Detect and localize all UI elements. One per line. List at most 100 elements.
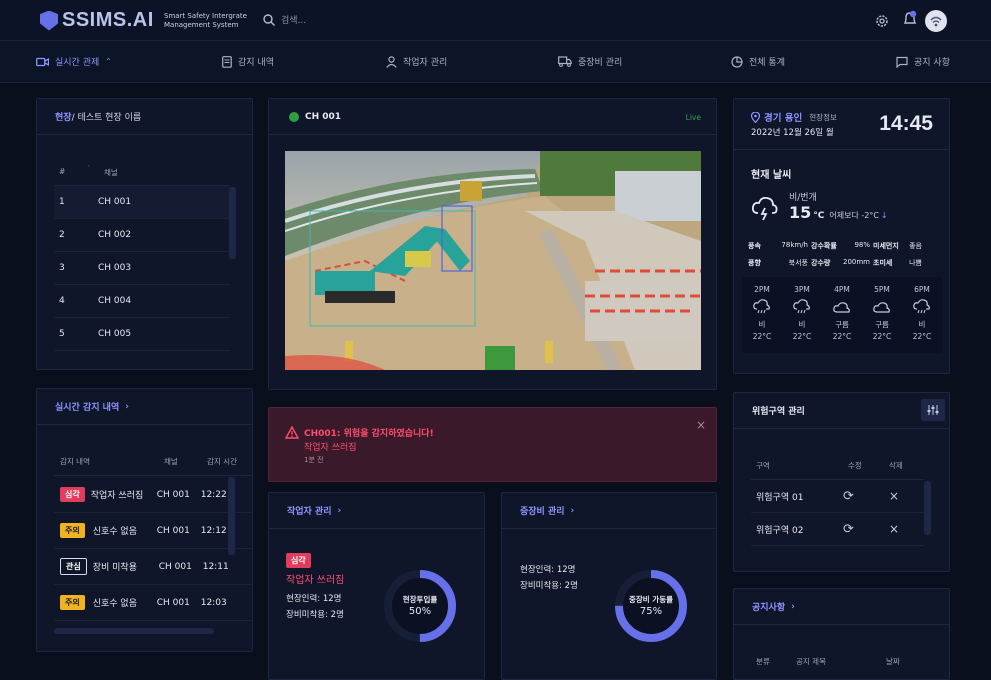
- detection-panel: 실시간 감지 내역 › 감지 내역 채널 감지 시간 심각 작업자 쓰러짐 CH …: [36, 388, 253, 652]
- row-num: 4: [59, 296, 65, 306]
- location[interactable]: 경기 용인 현장정보: [751, 110, 837, 124]
- scrollbar[interactable]: [229, 187, 236, 259]
- temp-value: 15: [789, 203, 812, 222]
- temp-unit: °C: [813, 211, 825, 221]
- signal-icon: [930, 16, 942, 27]
- bell-icon[interactable]: [902, 10, 918, 28]
- zone-name: 위험구역 02: [756, 525, 804, 536]
- close-icon[interactable]: ×: [696, 418, 706, 432]
- table-row[interactable]: 관심 장비 미착용 CH 001 12:11: [54, 549, 253, 585]
- stat-key: 풍향: [748, 259, 761, 267]
- nav-equipment[interactable]: 중장비 관리: [558, 55, 622, 68]
- gauge-value: 50%: [408, 606, 432, 617]
- hour-temp: 22°C: [752, 332, 772, 341]
- worker-no-gear: 장비미착용: 2명: [286, 610, 344, 620]
- nav-label: 공지 사항: [914, 58, 950, 68]
- warning-icon: [285, 426, 299, 439]
- detection-time: 12:22: [200, 489, 227, 500]
- scrollbar-vertical[interactable]: [228, 477, 235, 555]
- table-row[interactable]: 3 CH 003: [54, 252, 230, 285]
- danger-zone-title: 위험구역 관리: [752, 407, 805, 417]
- notice-panel-header[interactable]: 공지사항 ›: [734, 589, 949, 625]
- severity-badge: 주의: [60, 523, 85, 538]
- temperature: 15 °C 어제보다 -2°C ↓: [789, 203, 888, 222]
- table-row[interactable]: 위험구역 01 ⟳ ×: [751, 480, 924, 513]
- hour-temp: 22°C: [872, 332, 892, 341]
- row-channel: CH 001: [98, 197, 132, 207]
- search-icon: [263, 13, 275, 26]
- avatar[interactable]: [925, 10, 947, 32]
- severity-badge: 관심: [60, 558, 87, 575]
- app-logo[interactable]: SSIMS.AI: [40, 9, 154, 32]
- nav-statistics[interactable]: 전체 통계: [731, 55, 785, 68]
- worker-panel: 작업자 관리 › 심각 작업자 쓰러짐 현장인력: 12명 장비미착용: 2명 현…: [268, 492, 485, 680]
- hour-condition: 비: [798, 320, 806, 329]
- camera-channel: CH 001: [305, 111, 342, 122]
- stat-value: 북서풍: [788, 259, 808, 267]
- gauge-value: 75%: [639, 606, 663, 617]
- table-row[interactable]: 1 CH 001: [54, 186, 230, 219]
- col-header-date: 날짜: [886, 657, 900, 666]
- detection-channel: CH 001: [158, 561, 192, 572]
- table-row[interactable]: 주의 신호수 없음 CH 001 12:12: [54, 513, 253, 549]
- equipment-panel: 중장비 관리 › 현장인력: 12명 장비미착용: 2명 중장비 가동률 75%: [501, 492, 717, 680]
- table-row[interactable]: 위험구역 02 ⟳ ×: [751, 513, 924, 546]
- danger-zone-header: 위험구역 관리: [734, 393, 949, 429]
- close-icon[interactable]: ×: [889, 522, 899, 536]
- camera-feed[interactable]: [285, 151, 701, 370]
- alert-message: 작업자 쓰러짐: [304, 443, 357, 453]
- nav-realtime[interactable]: 실시간 관제 ⌃: [36, 55, 112, 68]
- stat-key: 초미세: [873, 259, 893, 267]
- filter-button[interactable]: [921, 399, 945, 421]
- site-title-prefix: 현장: [55, 113, 72, 123]
- close-icon[interactable]: ×: [889, 489, 899, 503]
- nav-workers[interactable]: 작업자 관리: [386, 55, 447, 68]
- hour-label: 6PM: [914, 285, 930, 294]
- table-divider: [54, 475, 253, 476]
- sliders-icon: [927, 405, 939, 415]
- refresh-icon[interactable]: ⟳: [843, 522, 889, 537]
- hour-condition: 구름: [875, 320, 889, 329]
- gauge-label: 중장비 가동률: [628, 595, 673, 604]
- hour-condition: 비: [758, 320, 766, 329]
- table-row[interactable]: 5 CH 005: [54, 318, 230, 351]
- search-box[interactable]: 검색...: [263, 13, 306, 26]
- logo-icon: [40, 10, 58, 31]
- current-date: 2022년 12월 26일 월: [751, 128, 834, 138]
- table-row[interactable]: 2 CH 002: [54, 219, 230, 252]
- detection-panel-header[interactable]: 실시간 감지 내역 ›: [37, 389, 252, 425]
- row-num: 3: [59, 263, 65, 273]
- message-icon: [896, 56, 908, 68]
- detection-channel: CH 001: [156, 489, 190, 500]
- weather-section-title: 현재 날씨: [751, 170, 792, 181]
- nav-detections[interactable]: 감지 내역: [222, 55, 274, 68]
- hour-temp: 22°C: [792, 332, 812, 341]
- worker-panel-header[interactable]: 작업자 관리 ›: [269, 493, 484, 529]
- hourly-item: 5PM 구름 22°C: [867, 285, 897, 341]
- live-status: Live: [685, 113, 701, 122]
- nav-label: 실시간 관제: [55, 58, 100, 68]
- stat-key: 강수확률: [811, 242, 837, 250]
- app-subtitle-line2: Management System: [164, 21, 239, 29]
- col-header-num: #: [59, 167, 66, 176]
- equipment-panel-header[interactable]: 중장비 관리 ›: [502, 493, 716, 529]
- sort-icon[interactable]: ˆ: [87, 165, 91, 173]
- gear-icon[interactable]: [875, 14, 889, 28]
- scrollbar-horizontal[interactable]: [54, 628, 214, 634]
- col-header-channel: 채널: [164, 457, 178, 466]
- nav-notices[interactable]: 공지 사항: [896, 55, 950, 68]
- divider: [734, 149, 949, 150]
- table-row[interactable]: 주의 신호수 없음 CH 001 12:03: [54, 585, 253, 621]
- scrollbar[interactable]: [924, 481, 931, 535]
- cloud-icon: [873, 302, 890, 313]
- table-row[interactable]: 4 CH 004: [54, 285, 230, 318]
- zone-name: 위험구역 01: [756, 492, 804, 503]
- search-input[interactable]: 검색...: [281, 13, 306, 26]
- nav-bar: [0, 41, 991, 83]
- row-num: 2: [59, 230, 65, 240]
- refresh-icon[interactable]: ⟳: [843, 489, 889, 504]
- worker-count: 현장인력: 12명: [286, 594, 342, 604]
- col-header-category: 분류: [756, 657, 770, 666]
- table-row[interactable]: 심각 작업자 쓰러짐 CH 001 12:22: [54, 477, 253, 513]
- detection-title: 실시간 감지 내역: [55, 403, 120, 413]
